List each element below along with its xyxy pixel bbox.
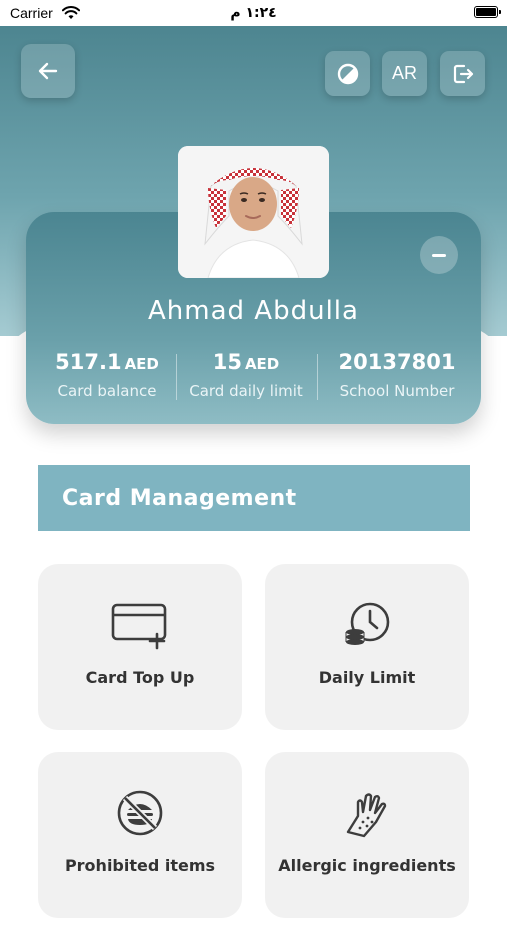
collapse-card-button[interactable] (420, 236, 458, 274)
card-balance-stat: 517.1 AED Card balance (40, 350, 174, 400)
student-avatar (178, 146, 329, 278)
daily-limit-icon (265, 600, 469, 650)
logout-icon (453, 64, 473, 83)
allergic-glove-icon (265, 788, 469, 838)
contrast-icon (337, 63, 358, 84)
status-bar: Carrier ١:٢٤ م (0, 0, 507, 26)
card-balance-label: Card balance (57, 382, 157, 400)
prohibited-items-tile[interactable]: Prohibited items (38, 752, 242, 918)
card-balance-value: 517.1 (55, 350, 122, 374)
daily-limit-tile[interactable]: Daily Limit (265, 564, 469, 730)
allergic-ingredients-tile[interactable]: Allergic ingredients (265, 752, 469, 918)
school-number-label: School Number (339, 382, 455, 400)
card-top-up-tile[interactable]: Card Top Up (38, 564, 242, 730)
language-toggle-button[interactable]: AR (382, 51, 427, 96)
school-number-stat: 20137801 School Number (322, 350, 472, 400)
daily-limit-stat: 15 AED Card daily limit (180, 350, 312, 400)
daily-limit-value: 15 (212, 350, 242, 374)
card-balance-unit: AED (124, 355, 159, 373)
school-number-value: 20137801 (338, 350, 456, 374)
stat-divider (317, 354, 318, 400)
back-arrow-icon (38, 62, 58, 80)
back-button[interactable] (21, 44, 75, 98)
stat-divider (176, 354, 177, 400)
allergic-ingredients-label: Allergic ingredients (278, 856, 456, 875)
prohibited-items-label: Prohibited items (64, 856, 216, 875)
section-title-card-management: Card Management (38, 465, 470, 531)
contrast-toggle-button[interactable] (325, 51, 370, 96)
daily-limit-label: Daily Limit (318, 668, 416, 687)
card-top-up-icon (38, 600, 242, 650)
battery-icon (474, 6, 501, 18)
daily-limit-unit: AED (244, 355, 280, 373)
logout-button[interactable] (440, 51, 485, 96)
student-name: Ahmad Abdulla (148, 296, 359, 326)
profile-stats: 517.1 AED Card balance 15 AED Card daily l… (26, 350, 481, 410)
card-top-up-label: Card Top Up (85, 668, 195, 687)
prohibited-items-icon (38, 788, 242, 838)
daily-limit-label: Card daily limit (189, 382, 303, 400)
status-time: ١:٢٤ م (230, 5, 277, 21)
